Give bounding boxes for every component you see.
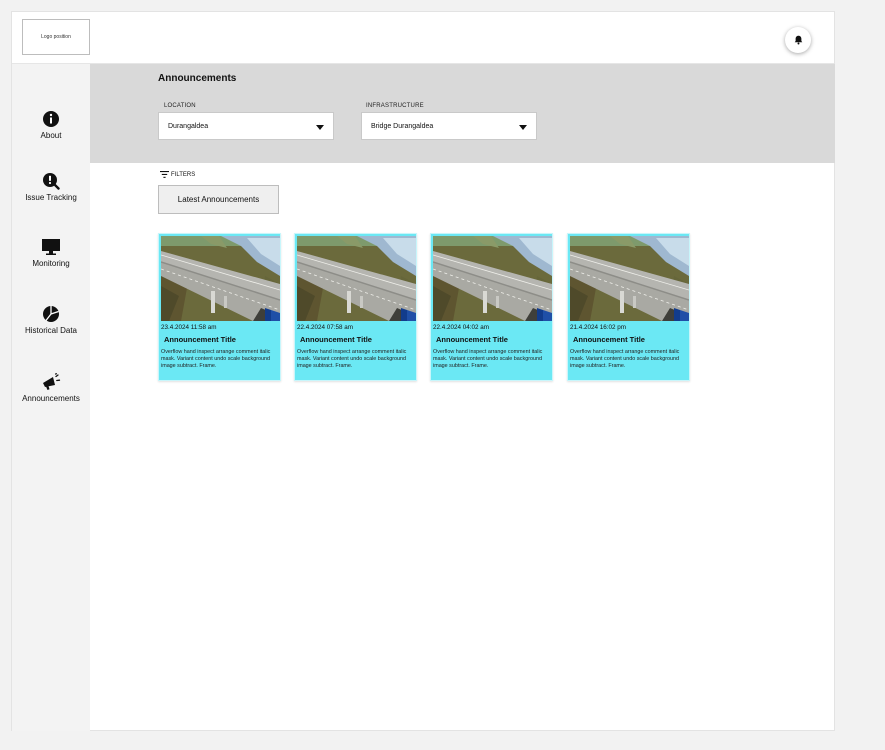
sidebar: About Issue Tracking Monitoring Historic…: [12, 64, 90, 731]
announcement-date: 21.4.2024 16:02 pm: [570, 324, 627, 331]
infrastructure-value: Bridge Durangaldea: [371, 123, 434, 130]
sidebar-item-label: Announcements: [22, 394, 80, 403]
sidebar-item-label: Historical Data: [24, 326, 77, 335]
announcement-card[interactable]: 23.4.2024 11:58 am Announcement Title Over…: [158, 233, 281, 381]
info-icon: [43, 111, 59, 127]
logo-text: Logo position: [41, 34, 71, 40]
top-bar: Logo position: [12, 12, 834, 64]
chevron-down-icon: [316, 125, 324, 130]
announcement-card[interactable]: 22.4.2024 04:02 am Announcement Title Over…: [430, 233, 553, 381]
infrastructure-label: INFRASTRUCTURE: [366, 103, 424, 109]
megaphone-icon: [43, 373, 61, 390]
bridge-photo: [570, 236, 689, 321]
logo-placeholder[interactable]: Logo position: [22, 19, 90, 55]
filter-panel: Announcements LOCATION Durangaldea INFRA…: [90, 64, 835, 163]
location-select[interactable]: Durangaldea: [158, 112, 334, 140]
announcement-card[interactable]: 21.4.2024 16:02 pm Announcement Title Over…: [567, 233, 690, 381]
announcement-date: 22.4.2024 07:58 am: [297, 324, 354, 331]
announcement-title: Announcement Title: [436, 335, 508, 344]
alert-search-icon: [43, 173, 60, 190]
latest-announcements-button[interactable]: Latest Announcements: [158, 185, 279, 214]
announcement-title: Announcement Title: [573, 335, 645, 344]
filter-icon: [160, 171, 169, 178]
page-title: Announcements: [158, 73, 237, 84]
sidebar-item-issue-tracking[interactable]: Issue Tracking: [12, 172, 90, 202]
announcement-description: Overflow hand inspect arrange comment it…: [297, 349, 407, 369]
infrastructure-select[interactable]: Bridge Durangaldea: [361, 112, 537, 140]
chevron-down-icon: [519, 125, 527, 130]
sidebar-item-about[interactable]: About: [12, 110, 90, 140]
filters-label: FILTERS: [171, 171, 196, 178]
notifications-button[interactable]: [785, 27, 811, 53]
sidebar-item-label: About: [40, 131, 62, 140]
announcement-description: Overflow hand inspect arrange comment it…: [433, 349, 543, 369]
location-label: LOCATION: [164, 103, 196, 109]
sidebar-item-monitoring[interactable]: Monitoring: [12, 238, 90, 268]
bridge-photo: [297, 236, 416, 321]
sidebar-item-label: Issue Tracking: [25, 193, 77, 202]
announcement-title: Announcement Title: [164, 335, 236, 344]
sidebar-item-label: Monitoring: [32, 259, 70, 268]
filters-toggle[interactable]: FILTERS: [160, 171, 195, 178]
announcement-description: Overflow hand inspect arrange comment it…: [570, 349, 680, 369]
sidebar-item-historical-data[interactable]: Historical Data: [12, 305, 90, 335]
bridge-photo: [433, 236, 552, 321]
bridge-photo: [161, 236, 280, 321]
announcement-description: Overflow hand inspect arrange comment it…: [161, 349, 271, 369]
announcement-card[interactable]: 22.4.2024 07:58 am Announcement Title Over…: [294, 233, 417, 381]
announcement-date: 22.4.2024 04:02 am: [433, 324, 490, 331]
announcement-title: Announcement Title: [300, 335, 372, 344]
location-value: Durangaldea: [168, 123, 209, 130]
announcement-date: 23.4.2024 11:58 am: [161, 324, 217, 331]
app-window: Logo position About Issue Tracking Monit…: [11, 11, 835, 731]
bell-icon: [794, 35, 802, 45]
pie-chart-icon: [43, 306, 59, 322]
sidebar-item-announcements[interactable]: Announcements: [12, 373, 90, 403]
monitor-icon: [42, 239, 60, 255]
